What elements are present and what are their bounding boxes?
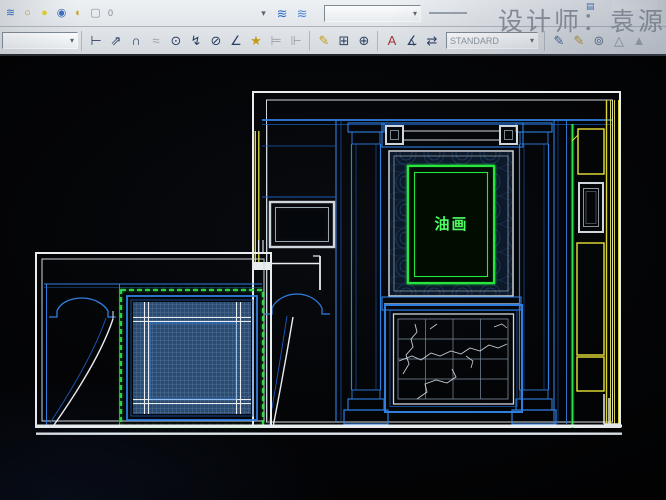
floor-baseline[interactable] bbox=[36, 425, 622, 435]
icon-dim-angular[interactable]: ∠ bbox=[226, 31, 246, 50]
chevron-down-icon: ▾ bbox=[70, 36, 74, 45]
model-space-canvas[interactable]: 油画 bbox=[0, 56, 666, 500]
arch-curtain-left[interactable] bbox=[49, 298, 116, 425]
layer-combo[interactable]: ▾ bbox=[324, 5, 421, 22]
icon-render-toggle[interactable]: ◐ bbox=[70, 5, 87, 22]
left-wall-elevation[interactable] bbox=[36, 240, 271, 427]
floating-panel-fragment bbox=[612, 0, 658, 10]
toolbar-separator bbox=[81, 31, 83, 51]
icon-layer-stack[interactable]: ≋ bbox=[2, 5, 19, 22]
dim-layer-combo[interactable]: ▾ bbox=[2, 32, 78, 49]
chevron-down-icon: ▾ bbox=[413, 9, 417, 18]
icon-dim-linear[interactable]: ⊢ bbox=[86, 31, 106, 50]
dimension-tools-group: ⊢⇗∩≈⊙↯⊘∠★⊨⊩ bbox=[86, 31, 306, 50]
yellow-glass-panel[interactable] bbox=[577, 243, 604, 391]
icon-center-mark[interactable]: ⊕ bbox=[354, 31, 374, 50]
icon-plot-style[interactable]: ▢ bbox=[87, 5, 104, 22]
layer-tools-group: ≋○●◉◐▢ bbox=[2, 5, 104, 22]
icon-dim-ordinate[interactable]: ≈ bbox=[146, 31, 166, 50]
sconce-frame[interactable] bbox=[579, 183, 603, 232]
icon-dim-baseline[interactable]: ⊨ bbox=[266, 31, 286, 50]
icon-color-swatch[interactable]: ● bbox=[36, 5, 53, 22]
icon-half-shape[interactable]: ▲ bbox=[629, 31, 649, 50]
icon-dim-arc-length[interactable]: ∩ bbox=[126, 31, 146, 50]
icon-layer-states[interactable]: ≋ bbox=[272, 4, 292, 23]
icon-dim-update[interactable]: ✎ bbox=[549, 31, 569, 50]
icon-material-sphere[interactable]: ◉ bbox=[53, 5, 70, 22]
top-frieze[interactable] bbox=[382, 123, 523, 147]
icon-light-bulb[interactable]: ○ bbox=[19, 5, 36, 22]
icon-dim-text-edit[interactable]: A bbox=[382, 31, 402, 50]
icon-mini-panel[interactable]: ▤ bbox=[586, 1, 595, 12]
dim-style-combo[interactable]: STANDARD ▾ bbox=[446, 32, 538, 49]
icon-chain-link[interactable]: ⊚ bbox=[589, 31, 609, 50]
icon-sketch-brush[interactable]: ✎ bbox=[569, 31, 589, 50]
current-layer-indicator: 0 bbox=[108, 8, 113, 18]
linetype-preview[interactable] bbox=[429, 12, 467, 14]
icon-dim-quick[interactable]: ★ bbox=[246, 31, 266, 50]
toolbar-row-dimension: ▾ ⊢⇗∩≈⊙↯⊘∠★⊨⊩ ✎⊞⊕ A∡⇄ STANDARD ▾ ✎✎⊚△▲ bbox=[0, 27, 666, 56]
chevron-down-icon: ▾ bbox=[530, 36, 534, 45]
column-right[interactable] bbox=[512, 123, 556, 424]
modify-tools-group: ✎✎⊚△▲ bbox=[549, 31, 649, 50]
painting-label: 油画 bbox=[434, 215, 468, 233]
leader-tools-group: ✎⊞⊕ bbox=[314, 31, 374, 50]
icon-dim-radius[interactable]: ⊙ bbox=[166, 31, 186, 50]
layer-manager-group: ≋≋ bbox=[272, 4, 312, 23]
icon-dim-align[interactable]: ⇄ bbox=[422, 31, 442, 50]
toolbar-separator bbox=[544, 31, 546, 51]
cad-toolbar: ≋○●◉◐▢ 0 ▾ ≋≋ ▾ ▤ ▾ ⊢⇗∩≈⊙↯⊘∠ bbox=[0, 0, 666, 56]
mini-icons-group: ▤ bbox=[586, 1, 595, 12]
console-ledge[interactable] bbox=[253, 256, 320, 290]
icon-quick-leader[interactable]: ✎ bbox=[314, 31, 334, 50]
toolbar-row-layers: ≋○●◉◐▢ 0 ▾ ≋≋ ▾ ▤ bbox=[0, 0, 666, 27]
wall-frame-tv[interactable] bbox=[270, 202, 334, 247]
toolbar-separator bbox=[309, 31, 311, 51]
dim-text-tools-group: A∡⇄ bbox=[382, 31, 442, 50]
icon-dim-diameter[interactable]: ⊘ bbox=[206, 31, 226, 50]
toolbar-separator bbox=[377, 31, 379, 51]
grid-lattice-panel[interactable] bbox=[121, 290, 263, 426]
icon-cone-3d[interactable]: △ bbox=[609, 31, 629, 50]
icon-dim-text-angle[interactable]: ∡ bbox=[402, 31, 422, 50]
icon-dim-continue[interactable]: ⊩ bbox=[286, 31, 306, 50]
column-left[interactable] bbox=[344, 123, 388, 424]
oil-painting-frame[interactable]: 油画 bbox=[408, 166, 494, 283]
mesh-fill bbox=[133, 302, 251, 414]
icon-dim-aligned[interactable]: ⇗ bbox=[106, 31, 126, 50]
yellow-panel-top[interactable] bbox=[572, 129, 604, 174]
right-pilaster-section[interactable] bbox=[554, 100, 620, 428]
dim-style-value: STANDARD bbox=[450, 36, 499, 46]
marble-panel[interactable] bbox=[385, 305, 522, 412]
chevron-down-icon[interactable]: ▾ bbox=[255, 5, 272, 22]
cad-screenshot-photo: ≋○●◉◐▢ 0 ▾ ≋≋ ▾ ▤ ▾ ⊢⇗∩≈⊙↯⊘∠ bbox=[0, 0, 666, 500]
drawing-canvas-svg[interactable]: 油画 bbox=[0, 56, 666, 500]
mid-molding-band[interactable] bbox=[382, 297, 521, 310]
icon-dim-jogged[interactable]: ↯ bbox=[186, 31, 206, 50]
icon-tolerance[interactable]: ⊞ bbox=[334, 31, 354, 50]
right-wall-elevation[interactable]: 油画 bbox=[253, 92, 620, 428]
icon-layer-manager[interactable]: ≋ bbox=[292, 4, 312, 23]
arch-curtain-right[interactable] bbox=[264, 294, 330, 427]
